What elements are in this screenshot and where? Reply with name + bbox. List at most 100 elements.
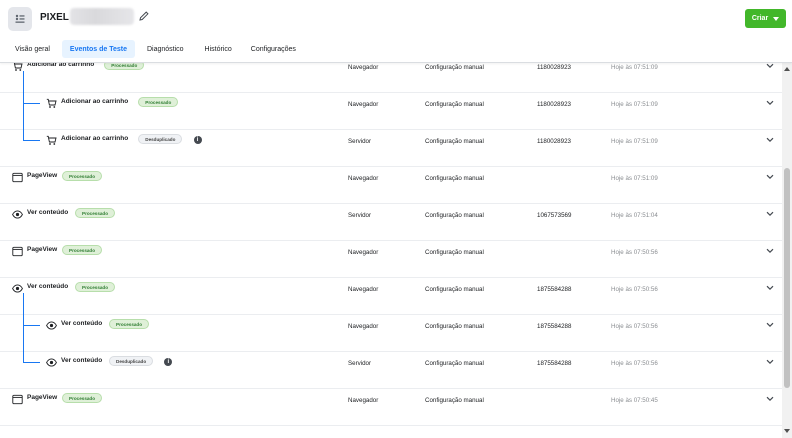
- source-cell: Navegador: [348, 175, 379, 182]
- source-cell: Navegador: [348, 323, 379, 330]
- chevron-down-icon[interactable]: [766, 248, 774, 254]
- info-icon[interactable]: i: [164, 358, 173, 366]
- event-name: Ver conteúdo: [27, 209, 69, 216]
- event-row[interactable]: Adicionar ao carrinho Desduplicado i Servid…: [0, 129, 782, 167]
- event-id-cell: 1180028923: [537, 64, 571, 71]
- setup-method-cell: Configuração manual: [425, 397, 484, 404]
- scroll-up-arrow[interactable]: [784, 67, 790, 71]
- scrollbar[interactable]: [782, 63, 792, 438]
- pixel-title: PIXEL: [40, 12, 69, 23]
- event-name: PageView: [27, 394, 58, 401]
- event-name: PageView: [27, 246, 58, 253]
- event-row[interactable]: Ver conteúdo Desduplicado i Servidor Configu…: [0, 351, 782, 389]
- info-icon[interactable]: i: [193, 136, 202, 144]
- time-cell: Hoje às 07:50:45: [611, 397, 658, 404]
- status-badge: Processado: [75, 208, 116, 218]
- event-row[interactable]: Ver conteúdo Processado Navegador Configura…: [0, 277, 782, 315]
- event-row[interactable]: PageView Processado Navegador Configuração …: [0, 166, 782, 204]
- scroll-down-arrow[interactable]: [784, 429, 790, 433]
- status-badge: Desduplicado: [109, 356, 154, 366]
- tab-diagnostics[interactable]: Diagnóstico: [147, 40, 184, 58]
- event-id-cell: 1875584288: [537, 286, 572, 293]
- chevron-down-icon[interactable]: [766, 137, 774, 143]
- chevron-down-icon[interactable]: [766, 359, 774, 365]
- event-id-cell: 1180028923: [537, 101, 571, 108]
- event-name: PageView: [27, 172, 58, 179]
- chevron-down-icon[interactable]: [766, 174, 774, 180]
- tree-connector-vertical: [23, 71, 24, 140]
- create-button-label: Criar: [751, 15, 769, 22]
- setup-method-cell: Configuração manual: [425, 175, 484, 182]
- time-cell: Hoje às 07:51:09: [611, 175, 658, 182]
- status-badge: Processado: [62, 245, 103, 255]
- event-name: Ver conteúdo: [61, 357, 103, 364]
- blurred-pixel-name: [70, 8, 134, 25]
- chevron-down-icon[interactable]: [766, 63, 774, 69]
- setup-method-cell: Configuração manual: [425, 323, 484, 330]
- eye-icon: [46, 320, 57, 331]
- source-cell: Servidor: [348, 360, 372, 367]
- source-cell: Servidor: [348, 212, 372, 219]
- status-badge: Processado: [75, 282, 116, 292]
- cart-icon: [46, 135, 57, 146]
- eye-icon: [12, 209, 23, 220]
- chevron-down-icon[interactable]: [766, 396, 774, 402]
- source-cell: Navegador: [348, 286, 379, 293]
- tree-connector-horizontal: [23, 362, 40, 363]
- window-icon: [12, 246, 23, 257]
- event-row[interactable]: Ver conteúdo Processado Servidor Configuraç…: [0, 203, 782, 241]
- chevron-down-icon[interactable]: [766, 322, 774, 328]
- pixel-icon[interactable]: [8, 7, 32, 31]
- tab-overview[interactable]: Visão geral: [15, 40, 50, 58]
- time-cell: Hoje às 07:50:56: [611, 286, 658, 293]
- setup-method-cell: Configuração manual: [425, 212, 484, 219]
- source-cell: Servidor: [348, 138, 372, 145]
- eye-icon: [12, 283, 23, 294]
- chevron-down-icon[interactable]: [766, 100, 774, 106]
- event-row[interactable]: Ver conteúdo Processado Navegador Configura…: [0, 314, 782, 352]
- event-row[interactable]: Adicionar ao carrinho Processado Navegador…: [0, 92, 782, 130]
- tab-settings[interactable]: Configurações: [251, 40, 296, 58]
- cart-icon: [46, 98, 57, 109]
- status-badge: Processado: [62, 171, 103, 181]
- event-id-cell: 1875584288: [537, 360, 572, 367]
- time-cell: Hoje às 07:50:56: [611, 360, 658, 367]
- pencil-icon[interactable]: [138, 10, 150, 22]
- tab-history[interactable]: Histórico: [205, 40, 232, 58]
- time-cell: Hoje às 07:51:04: [611, 212, 658, 219]
- setup-method-cell: Configuração manual: [425, 138, 484, 145]
- source-cell: Navegador: [348, 64, 379, 71]
- chevron-down-icon[interactable]: [766, 211, 774, 217]
- window-icon: [12, 172, 23, 183]
- window-icon: [12, 394, 23, 405]
- tab-test-events[interactable]: Eventos de Teste: [61, 40, 135, 58]
- event-name: Ver conteúdo: [27, 283, 69, 290]
- tree-connector-horizontal: [23, 325, 40, 326]
- eye-icon: [46, 357, 57, 368]
- setup-method-cell: Configuração manual: [425, 286, 484, 293]
- setup-method-cell: Configuração manual: [425, 249, 484, 256]
- chevron-down-icon[interactable]: [766, 285, 774, 291]
- event-row[interactable]: PageView Processado Navegador Configuração …: [0, 388, 782, 426]
- create-button[interactable]: Criar: [745, 9, 786, 28]
- event-id-cell: 1180028923: [537, 138, 571, 145]
- event-name: Adicionar ao carrinho: [61, 98, 129, 105]
- time-cell: Hoje às 07:51:09: [611, 138, 658, 145]
- setup-method-cell: Configuração manual: [425, 360, 484, 367]
- scroll-thumb[interactable]: [784, 168, 790, 388]
- tree-connector-vertical: [23, 293, 24, 362]
- status-badge: Desduplicado: [138, 134, 183, 144]
- event-name: Ver conteúdo: [61, 320, 103, 327]
- tree-connector-horizontal: [23, 103, 40, 104]
- status-badge: Processado: [109, 319, 150, 329]
- top-bar: PIXEL Criar Visão geral Eventos de Teste…: [0, 0, 792, 63]
- time-cell: Hoje às 07:50:56: [611, 323, 658, 330]
- tab-bar: Visão geral Eventos de Teste Diagnóstico…: [0, 38, 296, 60]
- time-cell: Hoje às 07:51:09: [611, 101, 658, 108]
- setup-method-cell: Configuração manual: [425, 101, 484, 108]
- setup-method-cell: Configuração manual: [425, 64, 484, 71]
- caret-down-icon: [773, 16, 780, 21]
- time-cell: Hoje às 07:51:09: [611, 64, 658, 71]
- source-cell: Navegador: [348, 397, 379, 404]
- event-row[interactable]: PageView Processado Navegador Configuração …: [0, 240, 782, 278]
